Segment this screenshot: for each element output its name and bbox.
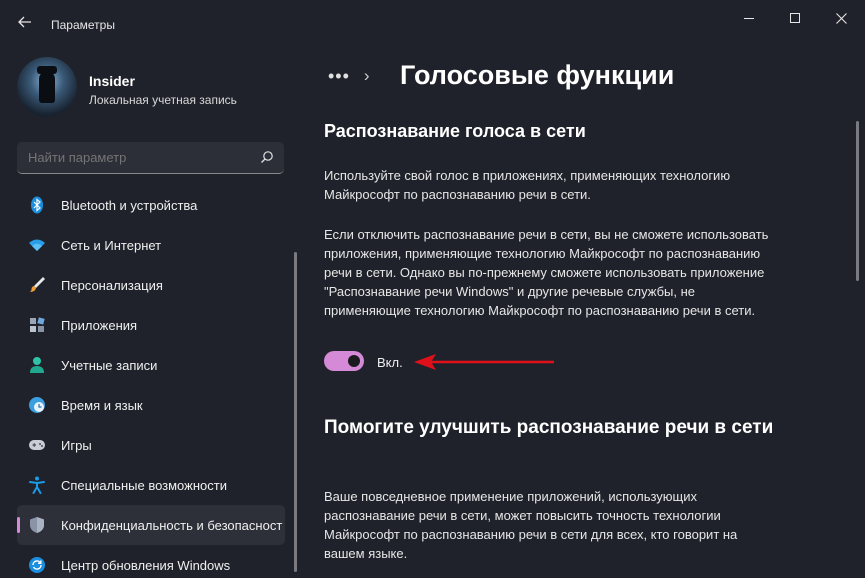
sidebar-item-label: Приложения (61, 317, 138, 333)
minimize-button[interactable] (727, 6, 771, 30)
section-details: Если отключить распознавание речи в сети… (324, 227, 769, 318)
annotation-arrow-icon (414, 354, 554, 370)
account-type: Локальная учетная запись (89, 93, 237, 107)
sidebar-item-gaming[interactable]: Игры (17, 425, 285, 465)
sidebar-item-label: Персонализация (61, 277, 163, 293)
toggle-state-label: Вкл. (377, 355, 403, 370)
accessibility-icon (29, 476, 45, 494)
sidebar-item-privacy[interactable]: Конфиденциальность и безопасность (17, 505, 285, 545)
maximize-icon (790, 13, 800, 23)
sidebar-item-windows-update[interactable]: Центр обновления Windows (17, 545, 285, 578)
sidebar-item-label: Специальные возможности (61, 477, 227, 493)
sidebar-item-label: Игры (61, 437, 92, 453)
sidebar-item-accounts[interactable]: Учетные записи (17, 345, 285, 385)
section-title-improve-speech: Помогите улучшить распознавание речи в с… (324, 417, 774, 438)
shield-icon (30, 517, 44, 533)
chevron-right-icon: › (363, 66, 370, 85)
sidebar-item-label: Конфиденциальность и безопасность (61, 517, 283, 533)
sidebar-item-label: Bluetooth и устройства (61, 197, 198, 213)
maximize-button[interactable] (773, 6, 817, 30)
section-description: Используйте свой голос в приложениях, пр… (324, 168, 731, 202)
wifi-icon (29, 239, 45, 251)
sidebar-scrollbar[interactable] (294, 252, 297, 572)
sidebar-item-time-language[interactable]: Время и язык (17, 385, 285, 425)
sidebar-item-label: Время и язык (61, 397, 143, 413)
section-description: Ваше повседневное применение приложений,… (324, 489, 738, 561)
settings-window: Параметры Insider Локальная учетная запи… (0, 0, 865, 578)
app-title: Параметры (51, 18, 115, 32)
sidebar-item-bluetooth[interactable]: Bluetooth и устройства (17, 185, 285, 225)
search-input[interactable] (28, 150, 248, 165)
minimize-icon (744, 17, 754, 19)
close-button[interactable] (819, 6, 863, 30)
sidebar-item-label: Учетные записи (61, 357, 158, 373)
search-box[interactable] (17, 142, 284, 174)
breadcrumb: ••• › (328, 60, 370, 92)
section-title-online-speech: Распознавание голоса в сети (324, 121, 586, 141)
sidebar-item-apps[interactable]: Приложения (17, 305, 285, 345)
brush-icon (30, 277, 45, 292)
breadcrumb-more-button[interactable]: ••• (328, 66, 350, 87)
sidebar-nav: Bluetooth и устройства Сеть и Интернет П… (17, 185, 285, 578)
clock-globe-icon (29, 397, 45, 413)
sidebar-item-label: Центр обновления Windows (61, 557, 231, 573)
gamepad-icon (29, 440, 45, 450)
back-button[interactable] (12, 12, 38, 32)
content-scrollbar[interactable] (856, 121, 859, 281)
title-bar: Параметры (0, 0, 865, 40)
sidebar-item-accessibility[interactable]: Специальные возможности (17, 465, 285, 505)
page-title: Голосовые функции (400, 60, 675, 90)
sidebar-item-network[interactable]: Сеть и Интернет (17, 225, 285, 265)
user-name: Insider (89, 73, 135, 89)
person-icon (30, 357, 44, 373)
update-icon (29, 557, 45, 573)
toggle-knob (348, 355, 360, 367)
apps-icon (30, 317, 45, 332)
search-icon[interactable] (260, 150, 274, 164)
online-speech-toggle[interactable] (324, 351, 364, 371)
bluetooth-icon (31, 196, 43, 214)
sidebar-item-personalization[interactable]: Персонализация (17, 265, 285, 305)
close-icon (835, 12, 847, 24)
avatar[interactable] (17, 57, 77, 117)
arrow-left-icon (18, 16, 31, 28)
active-indicator (17, 517, 20, 533)
sidebar-item-label: Сеть и Интернет (61, 237, 162, 253)
